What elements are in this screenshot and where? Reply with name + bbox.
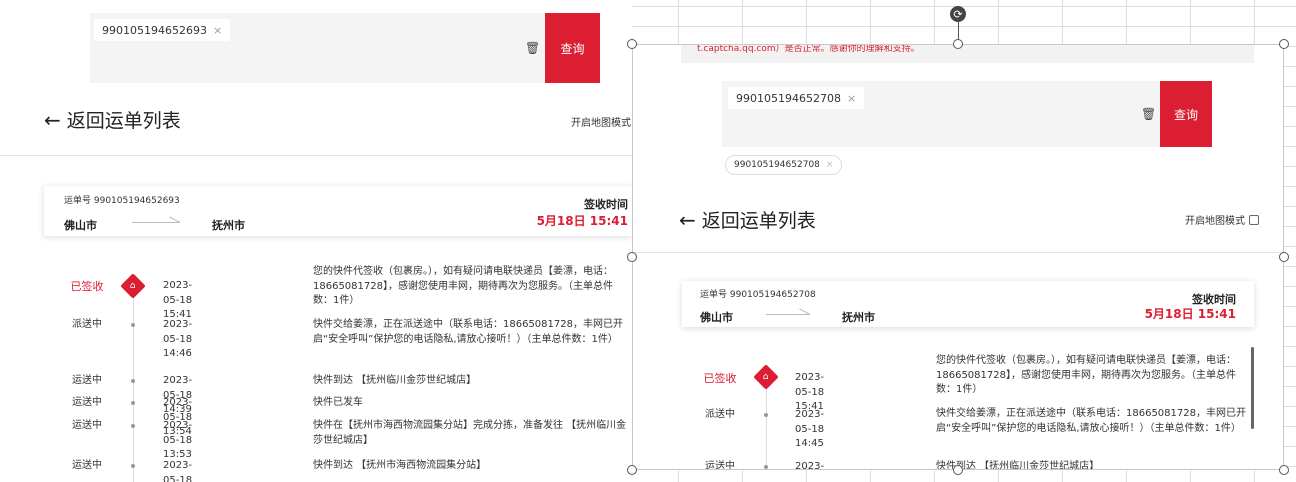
resize-handle-bottom-left[interactable]	[627, 465, 637, 475]
back-label: 返回运单列表	[701, 210, 816, 232]
event-time: 2023-05-18 12:17	[163, 460, 193, 482]
history-tag[interactable]: 990105194652708 ×	[725, 155, 843, 175]
resize-handle-top-center[interactable]	[953, 39, 963, 49]
resize-handle-bottom-center[interactable]	[953, 465, 963, 475]
resize-handle-top-right[interactable]	[1279, 39, 1289, 49]
arrow-left-icon: ←	[679, 207, 696, 232]
divider	[0, 155, 632, 156]
rotate-icon[interactable]: ⟳	[950, 6, 966, 22]
resize-handle-bottom-right[interactable]	[1279, 465, 1289, 475]
resize-handle-top-left[interactable]	[627, 39, 637, 49]
status-label: 运送中	[72, 420, 102, 431]
waybill-tag-text: 990105194652693	[102, 23, 207, 37]
waybill-tag-text: 990105194652708	[736, 91, 841, 105]
status-label: 派送中	[705, 409, 735, 420]
waybill-tag: 990105194652708 ×	[728, 87, 865, 109]
tracking-panel-right[interactable]: t.captcha.qq.com）是否正常。感谢你的理解和支持。 9901051…	[632, 44, 1284, 470]
signed-time-value: 5月18日 15:41	[1144, 307, 1236, 321]
event-description: 快件到达 【抚州市海西物流园集分站】	[313, 460, 487, 471]
divider	[633, 252, 1283, 253]
home-icon: ⌂	[753, 364, 779, 390]
event-time: 2023-05-18 15:41	[163, 280, 193, 320]
timeline-line	[766, 385, 767, 469]
timeline-line	[133, 288, 134, 482]
home-icon: ⌂	[120, 273, 146, 299]
status-label: 已签收	[703, 372, 737, 385]
trash-icon[interactable]: 🗑	[1141, 107, 1156, 121]
timeline-dot	[131, 323, 135, 327]
scrollbar[interactable]	[1251, 347, 1254, 429]
close-icon[interactable]: ×	[826, 160, 834, 170]
origin-city: 佛山市	[64, 219, 97, 232]
timeline-dot	[764, 465, 768, 469]
waybill-number: 运单号 990105194652693	[64, 196, 180, 206]
event-time: 2023-05-18 14:46	[163, 319, 193, 359]
route-line	[766, 314, 810, 315]
origin-city: 佛山市	[700, 311, 733, 324]
map-mode-toggle[interactable]: 开启地图模式	[1185, 212, 1259, 227]
map-mode-label: 开启地图模式	[1185, 216, 1245, 227]
arrow-left-icon: ←	[44, 107, 61, 132]
event-description: 快件到达 【抚州临川金莎世纪城店】	[936, 461, 1100, 470]
close-icon[interactable]: ×	[847, 92, 856, 105]
query-button[interactable]: 查询	[1160, 81, 1212, 147]
query-button[interactable]: 查询	[545, 13, 600, 83]
event-description: 快件到达 【抚州临川金莎世纪城店】	[313, 375, 477, 386]
map-mode-toggle[interactable]: 开启地图模式	[571, 114, 631, 129]
event-time: 2023-05-18 13:53	[163, 420, 193, 460]
back-to-list-link[interactable]: ← 返回运单列表	[44, 106, 181, 133]
map-mode-checkbox[interactable]	[1249, 214, 1259, 225]
search-box[interactable]: 990105194652693 × 🗑	[90, 13, 545, 83]
destination-city: 抚州市	[842, 311, 875, 324]
waybill-tag: 990105194652693 ×	[94, 19, 231, 41]
waybill-card: 运单号 990105194652708 佛山市 抚州市 签收时间 5月18日 1…	[682, 281, 1254, 327]
signed-time-label: 签收时间	[584, 198, 628, 211]
timeline-dot	[131, 424, 135, 428]
event-description: 快件交给姜漂，正在派送途中（联系电话：18665081728，丰网已开启“安全呼…	[313, 319, 623, 345]
event-description: 您的快件代签收（包裹房。），如有疑问请电联快递员【姜漂，电话：186650817…	[313, 266, 613, 306]
trash-icon[interactable]: 🗑	[525, 41, 540, 55]
status-label: 派送中	[72, 319, 102, 330]
status-label: 已签收	[70, 280, 104, 293]
destination-city: 抚州市	[212, 219, 245, 232]
resize-handle-middle-right[interactable]	[1279, 252, 1289, 262]
event-description: 快件已发车	[313, 397, 363, 408]
notice-bar: t.captcha.qq.com）是否正常。感谢你的理解和支持。	[681, 45, 1254, 63]
search-box[interactable]: 990105194652708 × 🗑	[722, 81, 1160, 147]
timeline-dot	[131, 464, 135, 468]
route-line	[132, 222, 180, 223]
waybill-card: 运单号 990105194652693 佛山市 抚州市 签收时间 5月18日 1…	[44, 186, 632, 236]
back-label: 返回运单列表	[66, 110, 181, 132]
timeline-dot	[131, 379, 135, 383]
history-tag-text: 990105194652708	[734, 160, 820, 170]
event-time: 2023-05-18 14:35	[795, 461, 825, 470]
status-label: 运送中	[72, 375, 102, 386]
back-to-list-link[interactable]: ← 返回运单列表	[679, 206, 816, 233]
tracking-panel-left: 990105194652693 × 🗑 查询 ← 返回运单列表 开启地图模式 运…	[0, 0, 632, 482]
status-label: 运送中	[72, 397, 102, 408]
event-description: 快件在【抚州市海西物流园集分站】完成分拣，准备发往 【抚州临川金莎世纪城店】	[313, 420, 627, 446]
waybill-number: 运单号 990105194652708	[700, 290, 816, 300]
timeline-dot	[764, 413, 768, 417]
event-description: 您的快件代签收（包裹房。），如有疑问请电联快递员【姜漂，电话：186650817…	[936, 355, 1236, 395]
close-icon[interactable]: ×	[213, 24, 222, 37]
event-time: 2023-05-18 14:45	[795, 409, 825, 449]
status-label: 运送中	[705, 461, 735, 470]
signed-time-value: 5月18日 15:41	[536, 214, 628, 228]
event-description: 快件交给姜漂，正在派送途中（联系电话：18665081728，丰网已开启“安全呼…	[936, 408, 1246, 434]
timeline-dot	[131, 401, 135, 405]
map-mode-label: 开启地图模式	[571, 118, 631, 129]
status-label: 运送中	[72, 460, 102, 471]
resize-handle-middle-left[interactable]	[627, 252, 637, 262]
